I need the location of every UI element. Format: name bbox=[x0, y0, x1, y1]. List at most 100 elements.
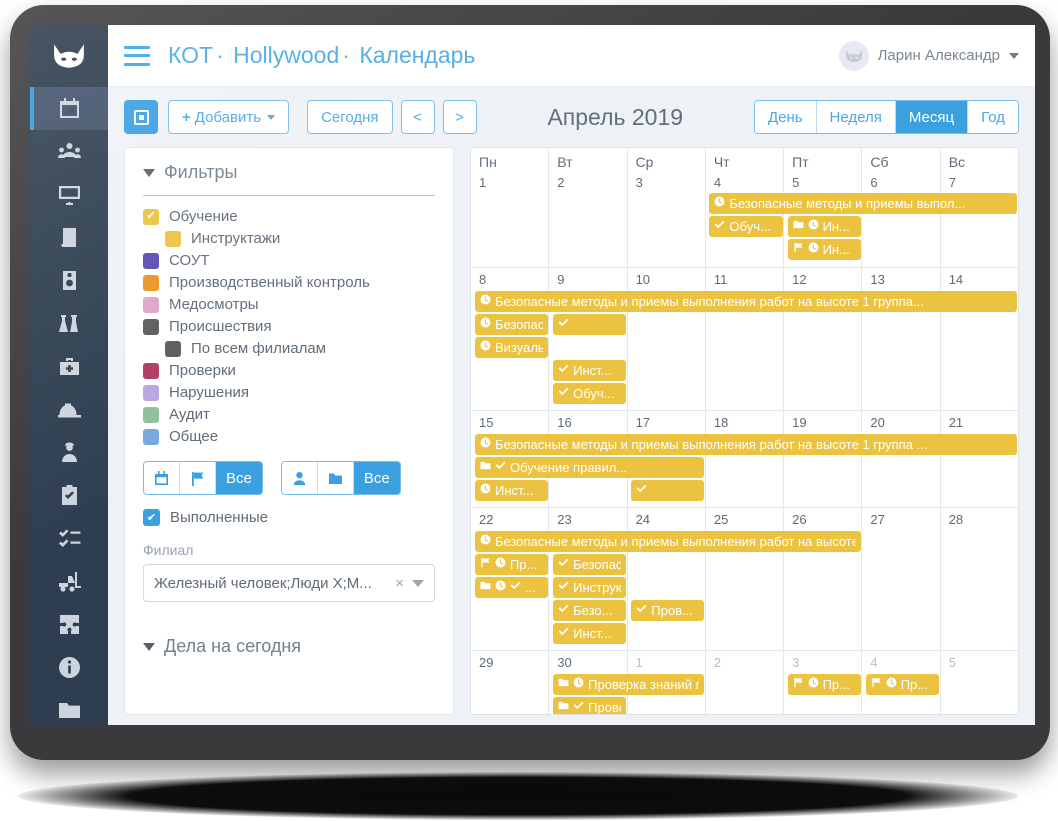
calendar-day-cell[interactable]: 19 bbox=[784, 411, 863, 507]
calendar-day-cell[interactable]: 24 bbox=[628, 508, 706, 650]
today-button[interactable]: Сегодня bbox=[307, 100, 393, 134]
calendar-event-chip[interactable]: Пр... bbox=[787, 674, 861, 695]
rail-item-tag-lock[interactable] bbox=[30, 259, 108, 302]
filter-color-swatch[interactable]: ✔ bbox=[143, 208, 159, 225]
calendar-day-cell[interactable]: 14 bbox=[941, 268, 1018, 410]
calendar-event-chip[interactable]: Проверка знаний по ох... bbox=[553, 674, 705, 695]
filter-row[interactable]: Инструктажи bbox=[143, 230, 435, 247]
filter-color-swatch[interactable] bbox=[143, 296, 159, 313]
calendar-day-cell[interactable]: Пн 1 bbox=[471, 148, 550, 267]
view-button-2[interactable]: Месяц bbox=[895, 101, 969, 133]
breadcrumb-item-1[interactable]: Hollywood bbox=[233, 42, 339, 68]
rail-item-hard-hat[interactable] bbox=[30, 388, 108, 431]
rail-item-medical-kit[interactable] bbox=[30, 345, 108, 388]
panel-toggle-icon[interactable] bbox=[124, 100, 158, 134]
filter-color-swatch[interactable] bbox=[143, 252, 159, 269]
filter-color-swatch[interactable] bbox=[143, 274, 159, 291]
rail-item-clipboard-check[interactable] bbox=[30, 474, 108, 517]
segment-folder[interactable] bbox=[317, 462, 354, 494]
calendar-event-chip[interactable]: Безопасные методы и приемы выполнения ра… bbox=[475, 434, 1017, 455]
calendar-event-chip[interactable]: Ин... bbox=[787, 239, 861, 260]
completed-checkbox[interactable]: ✔ bbox=[143, 509, 160, 526]
today-tasks-section-header[interactable]: Дела на сегодня bbox=[143, 636, 435, 657]
filter-row[interactable]: Происшествия bbox=[143, 318, 435, 335]
calendar-day-cell[interactable]: 26 bbox=[784, 508, 863, 650]
filter-row[interactable]: Проверки bbox=[143, 362, 435, 379]
calendar-event-chip[interactable]: Визуальный и и... bbox=[475, 337, 549, 358]
view-button-1[interactable]: Неделя bbox=[816, 101, 896, 133]
rail-item-checklist[interactable] bbox=[30, 517, 108, 560]
calendar-event-chip[interactable]: Пр... bbox=[865, 674, 939, 695]
calendar-day-cell[interactable]: 18 bbox=[706, 411, 785, 507]
filter-row[interactable]: По всем филиалам bbox=[143, 340, 435, 357]
next-month-button[interactable]: > bbox=[442, 100, 477, 134]
calendar-event-chip[interactable] bbox=[553, 314, 627, 335]
calendar-day-cell[interactable]: 28 bbox=[941, 508, 1018, 650]
calendar-event-chip[interactable]: Пров... bbox=[631, 600, 705, 621]
filter-color-swatch[interactable] bbox=[143, 406, 159, 423]
calendar-event-chip[interactable]: Проверка зн... bbox=[553, 697, 627, 714]
filter-color-swatch[interactable] bbox=[143, 362, 159, 379]
calendar-event-chip[interactable]: Безопасные мет... bbox=[475, 314, 549, 335]
rail-item-monitor-chart[interactable] bbox=[30, 173, 108, 216]
user-menu[interactable]: Ларин Александр bbox=[838, 40, 1019, 71]
calendar-day-cell[interactable]: 11 bbox=[706, 268, 785, 410]
calendar-event-chip[interactable]: Безо... bbox=[553, 600, 627, 621]
filter-row[interactable]: Нарушения bbox=[143, 384, 435, 401]
rail-item-forklift[interactable] bbox=[30, 560, 108, 603]
calendar-event-chip[interactable]: Безопасн... bbox=[553, 554, 627, 575]
add-button[interactable]: + Добавить bbox=[168, 100, 290, 134]
calendar-day-cell[interactable]: 13 bbox=[862, 268, 941, 410]
filter-color-swatch[interactable] bbox=[143, 384, 159, 401]
breadcrumb-item-0[interactable]: КОТ bbox=[168, 42, 213, 68]
prev-month-button[interactable]: < bbox=[400, 100, 435, 134]
filter-row[interactable]: ✔ Обучение bbox=[143, 208, 435, 225]
calendar-day-cell[interactable]: 25 bbox=[706, 508, 785, 650]
rail-item-flasks[interactable] bbox=[30, 302, 108, 345]
rail-item-folder[interactable] bbox=[30, 689, 108, 725]
calendar-day-cell[interactable]: Вт 2 bbox=[549, 148, 628, 267]
filter-row[interactable]: СОУТ bbox=[143, 252, 435, 269]
calendar-day-cell[interactable]: 27 bbox=[862, 508, 941, 650]
calendar-event-chip[interactable]: Ин... bbox=[787, 216, 861, 237]
view-button-3[interactable]: Год bbox=[968, 101, 1018, 133]
completed-checkbox-row[interactable]: ✔ Выполненные bbox=[143, 509, 435, 526]
segment-flag[interactable] bbox=[180, 462, 216, 494]
calendar-event-chip[interactable]: Безопасные методы и приемы выполнения ра… bbox=[475, 291, 1017, 312]
calendar-day-cell[interactable]: 21 bbox=[941, 411, 1018, 507]
view-button-0[interactable]: День bbox=[754, 101, 817, 133]
calendar-day-cell[interactable]: Ср 3 bbox=[628, 148, 706, 267]
calendar-day-cell[interactable]: 10 bbox=[628, 268, 706, 410]
filter-color-swatch[interactable] bbox=[143, 428, 159, 445]
segment-calendar[interactable] bbox=[144, 462, 180, 494]
rail-item-worker[interactable] bbox=[30, 431, 108, 474]
filter-row[interactable]: Общее bbox=[143, 428, 435, 445]
calendar-event-chip[interactable]: Пр... bbox=[475, 554, 549, 575]
filter-color-swatch[interactable] bbox=[165, 340, 181, 357]
branch-select[interactable]: Железный человек;Люди X;М... × bbox=[143, 564, 435, 602]
segment-all[interactable]: Все bbox=[216, 462, 262, 494]
calendar-event-chip[interactable]: Обуч... bbox=[553, 383, 627, 404]
filter-color-swatch[interactable] bbox=[165, 230, 181, 247]
breadcrumb-item-2[interactable]: Календарь bbox=[359, 42, 475, 68]
segment-all[interactable]: Все bbox=[353, 462, 400, 494]
filter-row[interactable]: Медосмотры bbox=[143, 296, 435, 313]
calendar-day-cell[interactable]: 5 bbox=[941, 651, 1018, 714]
calendar-event-chip[interactable]: Обучение правил... bbox=[475, 457, 705, 478]
calendar-event-chip[interactable]: Инст... bbox=[553, 360, 627, 381]
chevron-down-icon[interactable] bbox=[412, 579, 424, 587]
filter-color-swatch[interactable] bbox=[143, 318, 159, 335]
hamburger-icon[interactable] bbox=[124, 45, 150, 66]
calendar-event-chip[interactable] bbox=[631, 480, 705, 501]
filter-row[interactable]: Производственный контроль bbox=[143, 274, 435, 291]
calendar-day-cell[interactable]: 12 bbox=[784, 268, 863, 410]
rail-item-puzzle[interactable] bbox=[30, 603, 108, 646]
filters-section-header[interactable]: Фильтры bbox=[143, 162, 435, 183]
filter-row[interactable]: Аудит bbox=[143, 406, 435, 423]
calendar-event-chip[interactable]: ... bbox=[475, 577, 549, 598]
calendar-event-chip[interactable]: Инст... bbox=[475, 480, 549, 501]
segment-person[interactable] bbox=[281, 462, 318, 494]
calendar-day-cell[interactable]: 2 bbox=[706, 651, 785, 714]
rail-item-people-group[interactable] bbox=[30, 130, 108, 173]
calendar-event-chip[interactable]: Инструкт... bbox=[553, 577, 627, 598]
